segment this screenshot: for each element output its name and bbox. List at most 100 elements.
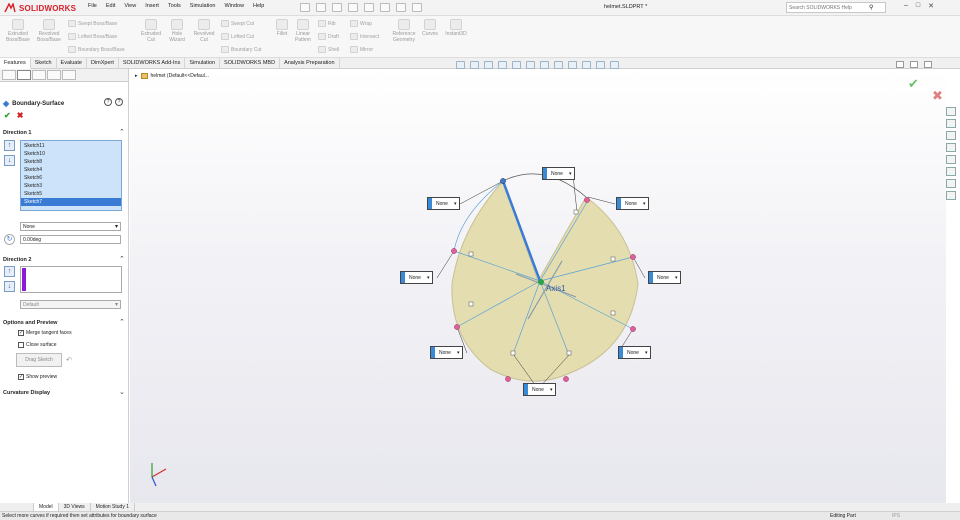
dropdown-arrow-icon[interactable]: ▾ bbox=[550, 387, 556, 393]
tab-dimxpert[interactable]: DimXpert bbox=[87, 58, 119, 69]
print-icon[interactable] bbox=[348, 3, 358, 12]
restore-icon[interactable]: □ bbox=[916, 2, 920, 10]
rib-button[interactable]: Rib bbox=[318, 20, 336, 27]
tab-evaluate[interactable]: Evaluate bbox=[57, 58, 87, 69]
tangency-connector[interactable]: None ▾ bbox=[542, 167, 576, 180]
boundary-cut-button[interactable]: Boundary Cut bbox=[221, 46, 262, 53]
menu-tools[interactable]: Tools bbox=[168, 3, 181, 9]
tangency-connector[interactable]: None ▾ bbox=[648, 271, 682, 284]
show-preview-checkbox[interactable]: ✓ Show preview bbox=[18, 374, 57, 380]
help-icon[interactable]: ? bbox=[115, 98, 123, 106]
dropdown-arrow-icon[interactable]: ▾ bbox=[643, 201, 649, 207]
intersect-button[interactable]: Intersect bbox=[350, 33, 379, 40]
list-item[interactable]: Sketch5 bbox=[24, 190, 118, 198]
property-manager-tab-icon[interactable] bbox=[17, 70, 31, 80]
revolved-cut-button[interactable]: Revolved Cut bbox=[191, 19, 217, 43]
curves-button[interactable]: Curves bbox=[420, 19, 440, 37]
tangency-connector[interactable]: None ▾ bbox=[430, 346, 464, 359]
direction1-tangency-select[interactable]: None bbox=[20, 222, 121, 231]
direction2-collapse-icon[interactable]: ⌃ bbox=[119, 255, 125, 263]
zoom-area-icon[interactable] bbox=[470, 61, 479, 69]
fillet-button[interactable]: Fillet bbox=[272, 19, 292, 37]
drag-sketch-button[interactable]: Drag Sketch bbox=[16, 353, 62, 367]
dimxpert-manager-tab-icon[interactable] bbox=[47, 70, 61, 80]
draft-angle-input[interactable]: 0.00deg bbox=[20, 235, 121, 244]
design-library-icon[interactable] bbox=[946, 119, 956, 128]
hide-show-icon[interactable] bbox=[554, 61, 563, 69]
lofted-boss-button[interactable]: Lofted Boss/Base bbox=[68, 33, 117, 40]
move-up-button-2[interactable]: ↑ bbox=[4, 266, 15, 277]
list-item[interactable]: Sketch10 bbox=[24, 150, 118, 158]
zoom-to-fit-icon[interactable] bbox=[456, 61, 465, 69]
dropdown-arrow-icon[interactable]: ▾ bbox=[457, 350, 463, 356]
reference-geometry-button[interactable]: Reference Geometry bbox=[388, 19, 420, 43]
swept-boss-button[interactable]: Swept Boss/Base bbox=[68, 20, 117, 27]
checkbox-checked[interactable]: ✓ bbox=[18, 374, 24, 380]
menu-file[interactable]: File bbox=[88, 3, 97, 9]
menu-simulation[interactable]: Simulation bbox=[190, 3, 216, 9]
graphics-area[interactable]: ▸ helmet (Default<<Defaul... ✔ ✖ Axis1 N… bbox=[130, 69, 946, 503]
dynamic-annotation-icon[interactable] bbox=[512, 61, 521, 69]
recovery-icon[interactable] bbox=[946, 191, 956, 200]
menu-insert[interactable]: Insert bbox=[145, 3, 159, 9]
search-icon[interactable]: ⚲ bbox=[869, 4, 873, 11]
undo-icon[interactable] bbox=[364, 3, 374, 12]
configuration-manager-tab-icon[interactable] bbox=[32, 70, 46, 80]
direction1-curves-list[interactable]: Sketch11 Sketch10 Sketch8 Sketch4 Sketch… bbox=[20, 140, 122, 211]
options-icon[interactable] bbox=[412, 3, 422, 12]
shell-button[interactable]: Shell bbox=[318, 46, 339, 53]
move-down-button-2[interactable]: ↓ bbox=[4, 281, 15, 292]
save-icon[interactable] bbox=[332, 3, 342, 12]
wrap-button[interactable]: Wrap bbox=[350, 20, 372, 27]
solidworks-forum-icon[interactable] bbox=[946, 179, 956, 188]
menu-window[interactable]: Window bbox=[224, 3, 244, 9]
instant3d-button[interactable]: Instant3D bbox=[442, 19, 470, 37]
help-search[interactable]: ⚲ bbox=[786, 2, 886, 13]
tangency-connector[interactable]: None ▾ bbox=[400, 271, 434, 284]
checkbox-unchecked[interactable] bbox=[18, 342, 24, 348]
feature-manager-tab-icon[interactable] bbox=[2, 70, 16, 80]
open-icon[interactable] bbox=[316, 3, 326, 12]
search-input[interactable] bbox=[789, 4, 867, 11]
move-down-button[interactable]: ↓ bbox=[4, 155, 15, 166]
tab-features[interactable]: Features bbox=[0, 58, 31, 69]
lofted-cut-button[interactable]: Lofted Cut bbox=[221, 33, 254, 40]
list-item[interactable]: Sketch11 bbox=[24, 142, 118, 150]
custom-properties-icon[interactable] bbox=[946, 167, 956, 176]
whats-wrong-icon[interactable]: ? bbox=[104, 98, 112, 106]
doc-restore-icon[interactable] bbox=[896, 61, 904, 68]
tab-analysis-preparation[interactable]: Analysis Preparation bbox=[280, 58, 340, 69]
dropdown-arrow-icon[interactable]: ▾ bbox=[675, 275, 681, 281]
boundary-boss-button[interactable]: Boundary Boss/Base bbox=[68, 46, 125, 53]
doc-tile-icon[interactable] bbox=[910, 61, 918, 68]
list-item[interactable]: Sketch6 bbox=[24, 174, 118, 182]
options-collapse-icon[interactable]: ⌃ bbox=[119, 318, 125, 326]
tangency-connector[interactable]: None ▾ bbox=[523, 383, 557, 396]
tab-addins[interactable]: SOLIDWORKS Add-Ins bbox=[119, 58, 186, 69]
dropdown-arrow-icon[interactable]: ▾ bbox=[569, 171, 575, 177]
scene-icon[interactable] bbox=[582, 61, 591, 69]
list-item[interactable]: Sketch4 bbox=[24, 166, 118, 174]
menu-view[interactable]: View bbox=[124, 3, 136, 9]
linear-pattern-button[interactable]: Linear Pattern bbox=[292, 19, 314, 43]
checkbox-checked[interactable]: ✓ bbox=[18, 330, 24, 336]
draft-button[interactable]: Draft bbox=[318, 33, 339, 40]
tangency-connector[interactable]: None ▾ bbox=[427, 197, 461, 210]
revolved-boss-button[interactable]: Revolved Boss/Base bbox=[35, 19, 63, 43]
dropdown-arrow-icon[interactable]: ▾ bbox=[645, 350, 651, 356]
dropdown-arrow-icon[interactable]: ▾ bbox=[454, 201, 460, 207]
reverse-direction-icon[interactable]: ↻ bbox=[4, 234, 15, 245]
select-icon[interactable] bbox=[380, 3, 390, 12]
new-icon[interactable] bbox=[300, 3, 310, 12]
swept-cut-button[interactable]: Swept Cut bbox=[221, 20, 254, 27]
mirror-button[interactable]: Mirror bbox=[350, 46, 373, 53]
tab-simulation[interactable]: Simulation bbox=[185, 58, 221, 69]
menu-edit[interactable]: Edit bbox=[106, 3, 115, 9]
tab-sketch[interactable]: Sketch bbox=[31, 58, 57, 69]
minimize-icon[interactable]: – bbox=[904, 2, 908, 10]
tangency-connector[interactable]: None ▾ bbox=[618, 346, 652, 359]
display-manager-tab-icon[interactable] bbox=[62, 70, 76, 80]
unit-system[interactable]: IPS bbox=[892, 512, 900, 520]
hole-wizard-button[interactable]: Hole Wizard bbox=[164, 19, 190, 43]
curvature-expand-icon[interactable]: ⌄ bbox=[119, 388, 125, 396]
